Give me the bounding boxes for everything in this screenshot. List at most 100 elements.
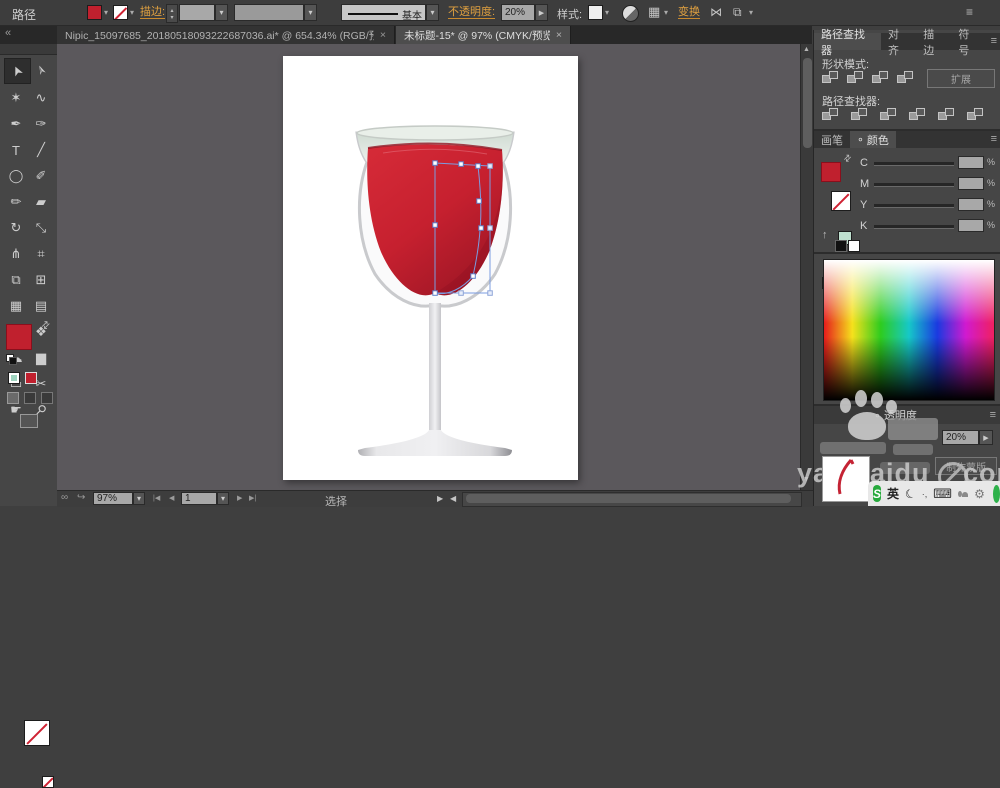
stroke-weight-dropdown[interactable]: ▾ xyxy=(215,4,228,21)
tool-pen[interactable]: ✒ xyxy=(4,112,29,136)
tab-align[interactable]: 对齐 xyxy=(881,33,916,50)
stroke-proxy-swatch[interactable] xyxy=(24,720,50,746)
tool-anchor-point[interactable]: ✑ xyxy=(29,112,54,136)
channel-k-slider[interactable] xyxy=(874,225,954,229)
style-swatch[interactable] xyxy=(588,5,603,20)
minus-back-icon[interactable] xyxy=(967,108,983,121)
stepper-down-icon[interactable]: ▾ xyxy=(170,14,173,21)
channel-c-field[interactable] xyxy=(958,156,984,169)
ime-settings-icon[interactable]: ⚙ xyxy=(974,487,985,501)
zoom-field[interactable]: 97% xyxy=(93,492,133,505)
hscroll-left-icon[interactable]: ◀ xyxy=(450,494,456,503)
selection-thumbnail[interactable] xyxy=(822,456,870,502)
artboard-number-field[interactable]: 1 xyxy=(181,492,217,505)
scroll-down-icon[interactable]: ▼ xyxy=(803,476,810,483)
outline-icon[interactable] xyxy=(938,108,954,121)
transparency-opacity-dropdown[interactable]: ▶ xyxy=(979,430,993,445)
tab-stroke[interactable]: 描边 xyxy=(916,33,951,50)
prev-artboard-icon[interactable]: ◀ xyxy=(169,494,174,502)
draw-behind-icon[interactable] xyxy=(24,392,36,404)
last-color-arrow-icon[interactable]: ↑ xyxy=(822,229,828,241)
stroke-link[interactable]: 描边: xyxy=(140,6,165,19)
crop-icon[interactable] xyxy=(909,108,925,121)
tool-mesh[interactable]: ▦ xyxy=(4,294,29,318)
horizontal-scrollbar[interactable] xyxy=(462,492,802,507)
default-fill-stroke-icon[interactable] xyxy=(6,354,16,364)
tool-width[interactable]: ⋔ xyxy=(4,242,29,266)
ime-keyboard-icon[interactable]: ⌨ xyxy=(933,486,952,502)
tab-pathfinder[interactable]: 路径查找器 xyxy=(814,33,881,50)
tool-lasso[interactable]: ∿ xyxy=(29,86,54,110)
pathfinder-menu-icon[interactable]: ≡ xyxy=(987,33,1000,50)
fill-proxy-swatch[interactable] xyxy=(6,324,32,350)
screen-mode-icon[interactable] xyxy=(20,414,38,428)
tab-brushes[interactable]: 画笔 xyxy=(814,131,850,148)
tab-color[interactable]: ∘颜色 xyxy=(850,131,896,148)
tool-gradient[interactable]: ▤ xyxy=(29,294,54,318)
divide-icon[interactable] xyxy=(822,108,838,121)
tab2-close-icon[interactable]: × xyxy=(556,29,562,41)
transparency-menu-icon[interactable]: ≡ xyxy=(985,409,1000,421)
panel-menu-icon[interactable]: ≡ xyxy=(966,5,973,19)
color-stroke-proxy[interactable] xyxy=(831,191,851,211)
tool-perspective-grid[interactable]: ⊞ xyxy=(29,268,54,292)
sogou-logo-icon[interactable]: S xyxy=(873,485,881,502)
unite-icon[interactable] xyxy=(822,71,838,84)
fill-color-swatch[interactable] xyxy=(87,5,102,20)
tool-selection[interactable]: ➤ xyxy=(4,58,31,84)
transparency-title[interactable]: 透明度 xyxy=(884,407,917,423)
transparency-opacity-field[interactable]: 20% xyxy=(942,430,979,445)
variable-width-dropdown[interactable]: ▾ xyxy=(304,4,317,21)
color-menu-icon[interactable]: ≡ xyxy=(987,131,1000,148)
opacity-link[interactable]: 不透明度: xyxy=(448,6,495,19)
intersect-icon[interactable] xyxy=(872,71,888,84)
isolate-dropdown-icon[interactable]: ▾ xyxy=(749,8,753,17)
tools-panel-drag-handle[interactable] xyxy=(0,44,57,55)
tool-rotate[interactable]: ↻ xyxy=(4,216,29,240)
zoom-dropdown[interactable]: ▾ xyxy=(133,492,145,505)
brush-definition-dropdown[interactable]: ▾ xyxy=(426,4,439,21)
white-swatch[interactable] xyxy=(848,240,860,252)
collapse-dock-icon[interactable]: « xyxy=(5,27,11,39)
tool-blob-brush[interactable]: ▰ xyxy=(29,190,54,214)
black-swatch[interactable] xyxy=(835,240,847,252)
opacity-dropdown[interactable]: ▶ xyxy=(535,4,548,21)
channel-m-slider[interactable] xyxy=(874,183,954,187)
exclude-icon[interactable] xyxy=(897,71,913,84)
color-mode-button[interactable] xyxy=(8,372,20,384)
tab1-close-icon[interactable]: × xyxy=(380,29,386,41)
scroll-up-icon[interactable]: ▲ xyxy=(803,46,810,53)
channel-m-field[interactable] xyxy=(958,177,984,190)
tool-free-transform[interactable]: ⌗ xyxy=(29,242,54,266)
tool-type[interactable]: T xyxy=(4,138,29,162)
vertical-scroll-thumb[interactable] xyxy=(803,58,812,148)
ime-punctuation-icon[interactable]: ·, xyxy=(922,489,928,499)
share-icon[interactable]: ↪ xyxy=(77,492,85,503)
channel-y-field[interactable] xyxy=(958,198,984,211)
artboard-dropdown[interactable]: ▾ xyxy=(217,492,229,505)
draw-normal-icon[interactable] xyxy=(7,392,19,404)
variable-width-field[interactable] xyxy=(234,4,304,21)
transform-link[interactable]: 变换 xyxy=(678,6,700,19)
fill-dropdown-icon[interactable]: ▾ xyxy=(104,8,108,17)
channel-c-slider[interactable] xyxy=(874,162,954,166)
stepper-up-icon[interactable]: ▴ xyxy=(170,7,173,14)
color-swap-icon[interactable]: ⇄ xyxy=(841,152,854,165)
channel-k-field[interactable] xyxy=(958,219,984,232)
tool-pencil[interactable]: ✏ xyxy=(4,190,29,214)
tool-column-graph[interactable]: ▆ xyxy=(29,346,54,370)
opacity-field[interactable]: 20% xyxy=(501,4,535,21)
tool-paintbrush[interactable]: ✐ xyxy=(29,164,54,188)
minus-front-icon[interactable] xyxy=(847,71,863,84)
stroke-weight-stepper[interactable]: ▴▾ xyxy=(166,4,178,23)
ime-moon-icon[interactable]: ☾ xyxy=(903,485,918,502)
stroke-dropdown-icon[interactable]: ▾ xyxy=(130,8,134,17)
stroke-color-swatch[interactable] xyxy=(113,5,128,20)
symbol-options-icon[interactable]: ▦ xyxy=(648,4,660,20)
style-dropdown-icon[interactable]: ▾ xyxy=(605,8,609,17)
ime-green-badge-icon[interactable] xyxy=(993,485,1000,503)
color-fill-proxy[interactable] xyxy=(821,162,841,182)
channel-y-slider[interactable] xyxy=(874,204,954,208)
first-artboard-icon[interactable]: |◀ xyxy=(153,494,160,502)
tab-document-1[interactable]: Nipic_15097685_20180518093222687036.ai* … xyxy=(57,26,395,44)
